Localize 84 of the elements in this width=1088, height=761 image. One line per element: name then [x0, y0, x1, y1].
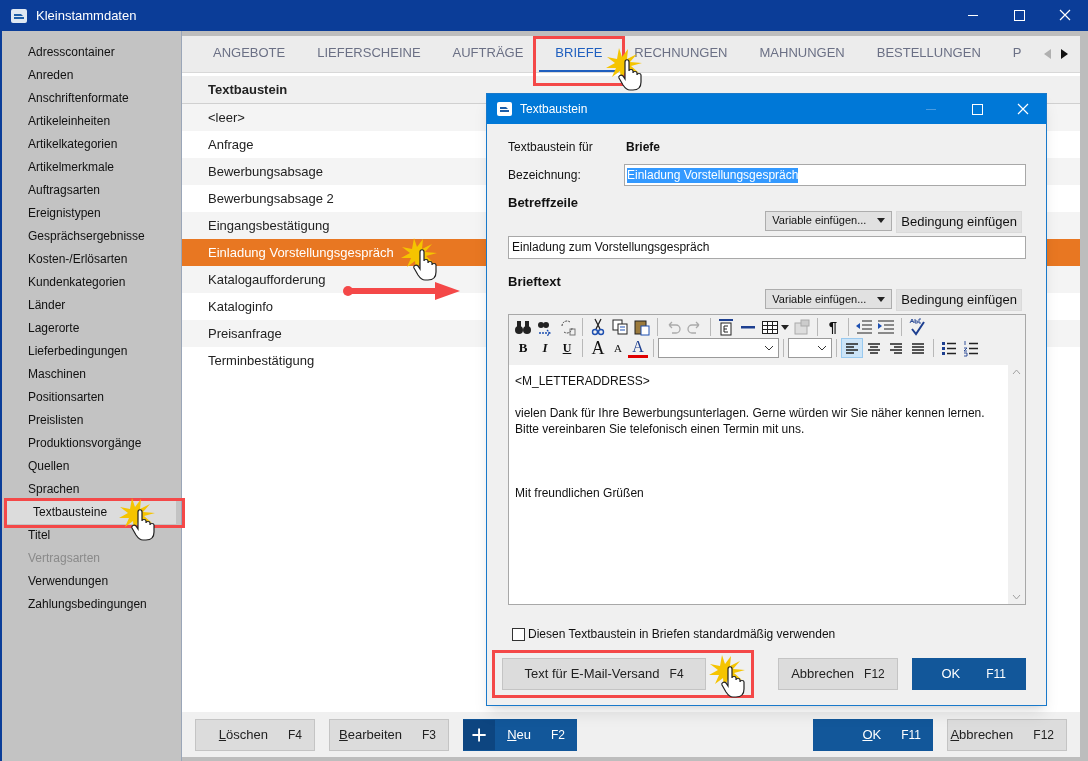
field-icon[interactable] — [717, 318, 735, 336]
button[interactable]: Löschen F4 — [195, 718, 315, 751]
sidebar-item[interactable]: Anschriftenformate — [2, 87, 181, 110]
text-paragraph: vielen Dank für Ihre Bewerbungsunterlagen. Gerne würden wir Sie näher kennen lernen. Bitte vereinbaren Sie telefonisch einen Termin mit uns. — [515, 405, 986, 437]
sidebar-item[interactable]: Artikelmerkmale — [2, 156, 181, 179]
sidebar-item[interactable]: Maschinen — [2, 363, 181, 386]
pilcrow-button[interactable]: ¶ — [824, 315, 842, 339]
button[interactable]: Abbrechen F12 — [778, 658, 898, 690]
italic-button[interactable]: I — [536, 338, 554, 358]
tab[interactable]: MAHNUNGEN — [743, 36, 861, 72]
grow-font-button[interactable]: A — [588, 339, 608, 357]
button[interactable]: Neu F2 — [463, 718, 577, 751]
caret-icon — [877, 296, 886, 302]
variable-dropdown[interactable]: Variable einfügen... — [765, 210, 893, 231]
font-color-button[interactable]: A — [628, 338, 648, 358]
bullet-list-icon[interactable] — [940, 339, 958, 357]
section-heading: Brieftext — [508, 272, 562, 291]
size-dropdown[interactable] — [788, 338, 832, 358]
field-label: Textbaustein für — [508, 139, 594, 156]
field-value: Briefe — [626, 139, 660, 156]
button[interactable]: Text für E-Mail-Versand F4 — [502, 658, 706, 690]
button[interactable]: Abbrechen F12 — [947, 718, 1067, 751]
sidebar-item[interactable]: Produktionsvorgänge — [2, 432, 181, 455]
sidebar-item[interactable]: Anreden — [2, 64, 181, 87]
sidebar-item[interactable]: Artikelkategorien — [2, 133, 181, 156]
sidebar-item[interactable]: Quellen — [2, 455, 181, 478]
spellcheck-icon[interactable] — [908, 318, 926, 336]
button[interactable]: OK F11 — [912, 658, 1026, 690]
window-title: Kleinstammdaten — [36, 6, 137, 25]
sidebar-item[interactable]: Titel — [2, 524, 181, 547]
condition-button[interactable]: Bedingung einfügen — [896, 210, 1022, 233]
sidebar-item[interactable]: Verwendungen — [2, 570, 181, 593]
sidebar-item[interactable]: Länder — [2, 294, 181, 317]
sidebar-item[interactable]: Kosten-/Erlösarten — [2, 248, 181, 271]
tab[interactable]: P — [996, 36, 1038, 72]
checkbox-label: Diesen Textbaustein in Briefen standardmäßig verwenden — [528, 626, 836, 643]
dialog-title: Textbaustein — [520, 101, 588, 118]
input-field[interactable]: Einladung zum Vorstellungsgespräch — [508, 235, 1026, 259]
sidebar-item[interactable]: Artikeleinheiten — [2, 110, 181, 133]
sidebar-item[interactable]: Ereignistypen — [2, 202, 181, 225]
sidebar-item[interactable]: Adresscontainer — [2, 41, 181, 64]
condition-button[interactable]: Bedingung einfügen — [896, 289, 1022, 311]
sidebar-item[interactable]: Zahlungsbedingungen — [2, 593, 181, 616]
text-paragraph: <M_LETTERADDRESS> — [515, 373, 651, 389]
scroll-right-icon[interactable] — [1060, 49, 1068, 59]
field-label: Bezeichnung: — [508, 167, 582, 184]
checkbox[interactable] — [512, 627, 525, 641]
app-icon — [497, 102, 512, 116]
tab[interactable]: LIEFERSCHEINE — [301, 36, 437, 72]
button[interactable]: Bearbeiten F3 — [329, 718, 449, 751]
copy-icon[interactable] — [611, 318, 629, 336]
chevron-down-icon — [764, 345, 774, 351]
plus-icon — [463, 718, 496, 751]
sidebar-item[interactable]: Lieferbedingungen — [2, 340, 181, 363]
variable-dropdown[interactable]: Variable einfügen... — [765, 289, 893, 309]
paste-icon[interactable] — [633, 318, 651, 336]
binoculars-icon[interactable] — [514, 318, 532, 336]
button[interactable]: OK F11 — [813, 718, 933, 751]
tab[interactable]: BESTELLUNGEN — [860, 36, 997, 72]
caret-icon — [877, 218, 886, 223]
sidebar-item[interactable]: Kundenkategorien — [2, 271, 181, 294]
numbered-list-icon[interactable] — [962, 339, 980, 357]
sidebar-item[interactable]: Lagerorte — [2, 317, 181, 340]
outdent-icon[interactable] — [855, 318, 873, 336]
app-icon — [11, 8, 27, 23]
sidebar-item[interactable]: Gesprächsergebnisse — [2, 225, 181, 248]
chevron-down-icon — [817, 345, 827, 351]
indent-icon[interactable] — [877, 318, 895, 336]
section-heading: Betreffzeile — [508, 194, 580, 212]
align-left-icon[interactable] — [841, 338, 863, 358]
sidebar-item[interactable]: Sprachen — [2, 478, 181, 501]
underline-button[interactable]: U — [558, 339, 576, 357]
shrink-font-button[interactable]: A — [610, 339, 626, 357]
text-paragraph: Mit freundlichen Grüßen — [515, 485, 645, 501]
sidebar-item[interactable]: Positionsarten — [2, 386, 181, 409]
bold-button[interactable]: B — [514, 338, 532, 358]
caret-icon[interactable] — [781, 324, 789, 330]
tab[interactable]: AUFTRÄGE — [436, 36, 540, 72]
tab[interactable]: ANGEBOTE — [197, 36, 302, 72]
selected-text: Einladung Vorstellungsgespräch — [627, 167, 799, 183]
sidebar-item[interactable]: Auftragsarten — [2, 179, 181, 202]
sidebar-item[interactable]: Preislisten — [2, 409, 181, 432]
table-icon[interactable] — [761, 318, 779, 336]
scissors-icon[interactable] — [589, 318, 607, 336]
